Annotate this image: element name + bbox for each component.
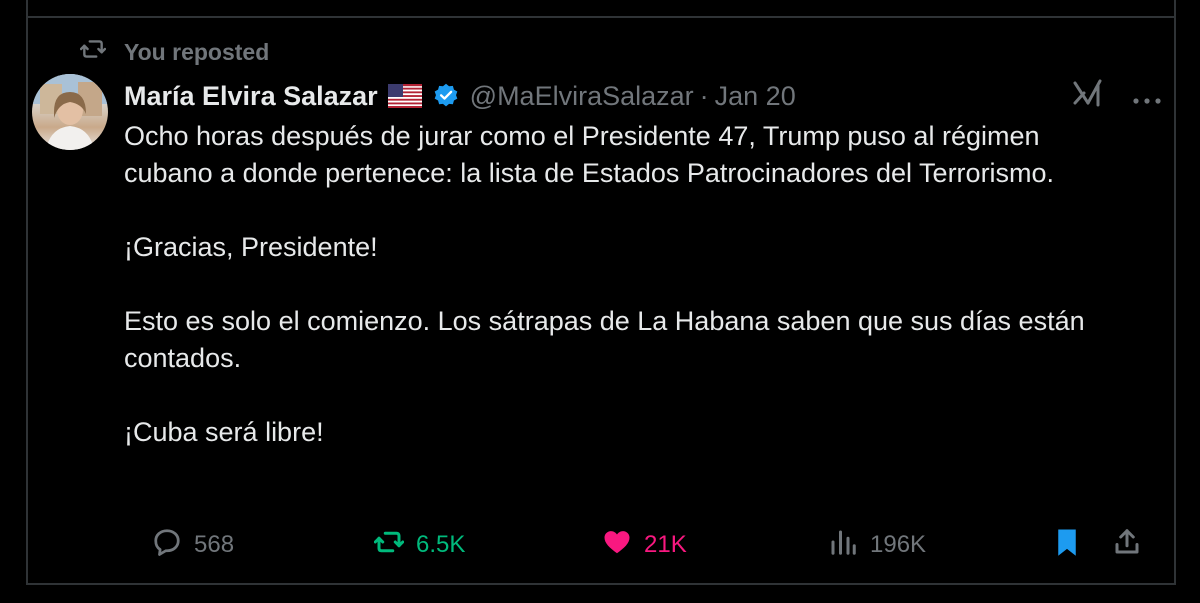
repost-action-icon bbox=[373, 527, 405, 564]
bookmark-button[interactable] bbox=[1052, 527, 1082, 563]
reply-icon bbox=[152, 527, 182, 564]
verified-badge-icon[interactable] bbox=[432, 82, 460, 110]
post-header: María Elvira Salazar @MaElviraSalazar · … bbox=[124, 76, 1180, 116]
like-button[interactable]: 21K bbox=[602, 527, 687, 563]
bookmark-icon bbox=[1052, 527, 1082, 564]
share-icon bbox=[1112, 527, 1142, 564]
repost-indicator[interactable]: You reposted bbox=[79, 36, 270, 68]
post-paragraph-2: ¡Gracias, Presidente! bbox=[124, 232, 378, 262]
post-text: Ocho horas después de jurar como el Pres… bbox=[124, 118, 1124, 451]
views-icon bbox=[828, 527, 858, 564]
post-paragraph-4: ¡Cuba será libre! bbox=[124, 417, 324, 447]
views-button[interactable]: 196K bbox=[828, 527, 926, 563]
header-actions bbox=[1072, 76, 1162, 116]
us-flag-icon bbox=[387, 84, 422, 108]
like-count: 21K bbox=[644, 531, 687, 558]
grok-icon[interactable] bbox=[1072, 78, 1104, 115]
repost-label: You reposted bbox=[124, 38, 270, 65]
post-date[interactable]: Jan 20 bbox=[715, 81, 796, 112]
reply-count: 568 bbox=[194, 531, 235, 558]
repost-count: 6.5K bbox=[416, 531, 466, 558]
heart-icon bbox=[602, 527, 632, 564]
avatar[interactable] bbox=[32, 74, 108, 150]
author-name[interactable]: María Elvira Salazar bbox=[124, 81, 378, 112]
views-count: 196K bbox=[870, 531, 927, 558]
post-paragraph-1: Ocho horas después de jurar como el Pres… bbox=[124, 121, 1055, 188]
reply-button[interactable]: 568 bbox=[152, 527, 234, 563]
action-bar: 568 6.5K 21K 196K bbox=[124, 527, 1170, 563]
more-icon[interactable] bbox=[1132, 81, 1162, 112]
separator-dot: · bbox=[699, 80, 709, 111]
post-paragraph-3: Esto es solo el comienzo. Los sátrapas d… bbox=[124, 306, 1085, 373]
top-divider bbox=[28, 16, 1174, 18]
share-button[interactable] bbox=[1112, 527, 1142, 563]
author-handle[interactable]: @MaElviraSalazar bbox=[470, 81, 694, 112]
repost-button[interactable]: 6.5K bbox=[373, 527, 466, 564]
repost-icon bbox=[79, 36, 107, 68]
